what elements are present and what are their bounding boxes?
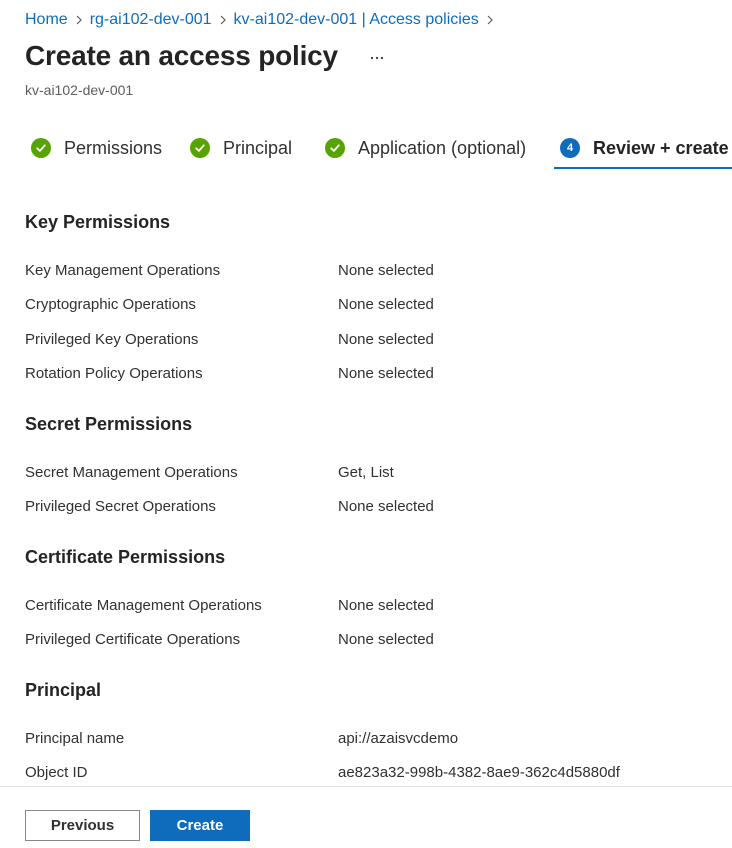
row-value: None selected bbox=[338, 262, 434, 279]
summary-row: Privileged Certificate Operations None s… bbox=[25, 631, 725, 651]
create-button[interactable]: Create bbox=[150, 810, 250, 841]
row-label: Privileged Key Operations bbox=[25, 331, 199, 348]
row-label: Key Management Operations bbox=[25, 262, 221, 279]
breadcrumb-resource-group[interactable]: rg-ai102-dev-001 bbox=[90, 11, 212, 29]
section-heading-certificate: Certificate Permissions bbox=[25, 547, 226, 567]
row-value: api://azaisvcdemo bbox=[338, 730, 459, 747]
step-application[interactable]: Application (optional) bbox=[325, 126, 526, 170]
footer-divider bbox=[0, 786, 732, 787]
section-heading-secret: Secret Permissions bbox=[25, 414, 193, 434]
wizard-steps: Permissions Principal Application (optio… bbox=[0, 126, 732, 172]
breadcrumb-access-policies[interactable]: kv-ai102-dev-001 | Access policies bbox=[234, 11, 479, 29]
ellipsis-icon[interactable] bbox=[369, 50, 385, 66]
row-label: Privileged Certificate Operations bbox=[25, 631, 241, 648]
row-label: Cryptographic Operations bbox=[25, 296, 196, 313]
chevron-right-icon bbox=[212, 11, 234, 29]
row-value: Get, List bbox=[338, 464, 394, 481]
row-value: None selected bbox=[338, 296, 434, 313]
page-subtitle: kv-ai102-dev-001 bbox=[25, 82, 134, 98]
checkmark-icon bbox=[31, 138, 51, 158]
row-label: Rotation Policy Operations bbox=[25, 365, 203, 382]
summary-row: Principal name api://azaisvcdemo bbox=[25, 730, 725, 750]
step-label: Principal bbox=[223, 137, 293, 158]
step-label: Review + create bbox=[593, 137, 729, 158]
row-value: None selected bbox=[338, 365, 434, 382]
summary-row: Key Management Operations None selected bbox=[25, 262, 725, 282]
step-permissions[interactable]: Permissions bbox=[31, 126, 162, 170]
step-label: Application (optional) bbox=[358, 137, 527, 158]
summary-row: Secret Management Operations Get, List bbox=[25, 464, 725, 484]
step-number-badge: 4 bbox=[560, 138, 580, 158]
row-value: None selected bbox=[338, 498, 434, 515]
step-label: Permissions bbox=[64, 137, 163, 158]
summary-row: Certificate Management Operations None s… bbox=[25, 597, 725, 617]
page-title: Create an access policy bbox=[25, 40, 338, 71]
breadcrumb-home[interactable]: Home bbox=[25, 11, 68, 29]
checkmark-icon bbox=[190, 138, 210, 158]
chevron-right-icon bbox=[479, 11, 501, 29]
checkmark-icon bbox=[325, 138, 345, 158]
chevron-right-icon bbox=[68, 11, 90, 29]
step-review-create[interactable]: 4 Review + create bbox=[554, 126, 732, 170]
active-step-indicator bbox=[554, 167, 732, 169]
breadcrumb: Home rg-ai102-dev-001 kv-ai102-dev-001 |… bbox=[25, 9, 501, 31]
row-label: Principal name bbox=[25, 730, 125, 747]
summary-row: Privileged Key Operations None selected bbox=[25, 331, 725, 351]
step-principal[interactable]: Principal bbox=[190, 126, 292, 170]
row-value: None selected bbox=[338, 597, 434, 614]
row-label: Privileged Secret Operations bbox=[25, 498, 216, 515]
previous-button[interactable]: Previous bbox=[25, 810, 140, 841]
section-heading-principal: Principal bbox=[25, 680, 102, 700]
summary-row: Object ID ae823a32-998b-4382-8ae9-362c4d… bbox=[25, 764, 725, 784]
row-value: None selected bbox=[338, 331, 434, 348]
row-value: ae823a32-998b-4382-8ae9-362c4d5880df bbox=[338, 764, 620, 781]
row-label: Object ID bbox=[25, 764, 88, 781]
section-heading-key: Key Permissions bbox=[25, 212, 171, 232]
summary-row: Rotation Policy Operations None selected bbox=[25, 365, 725, 385]
row-value: None selected bbox=[338, 631, 434, 648]
row-label: Secret Management Operations bbox=[25, 464, 238, 481]
summary-row: Privileged Secret Operations None select… bbox=[25, 498, 725, 518]
summary-row: Cryptographic Operations None selected bbox=[25, 296, 725, 316]
row-label: Certificate Management Operations bbox=[25, 597, 262, 614]
